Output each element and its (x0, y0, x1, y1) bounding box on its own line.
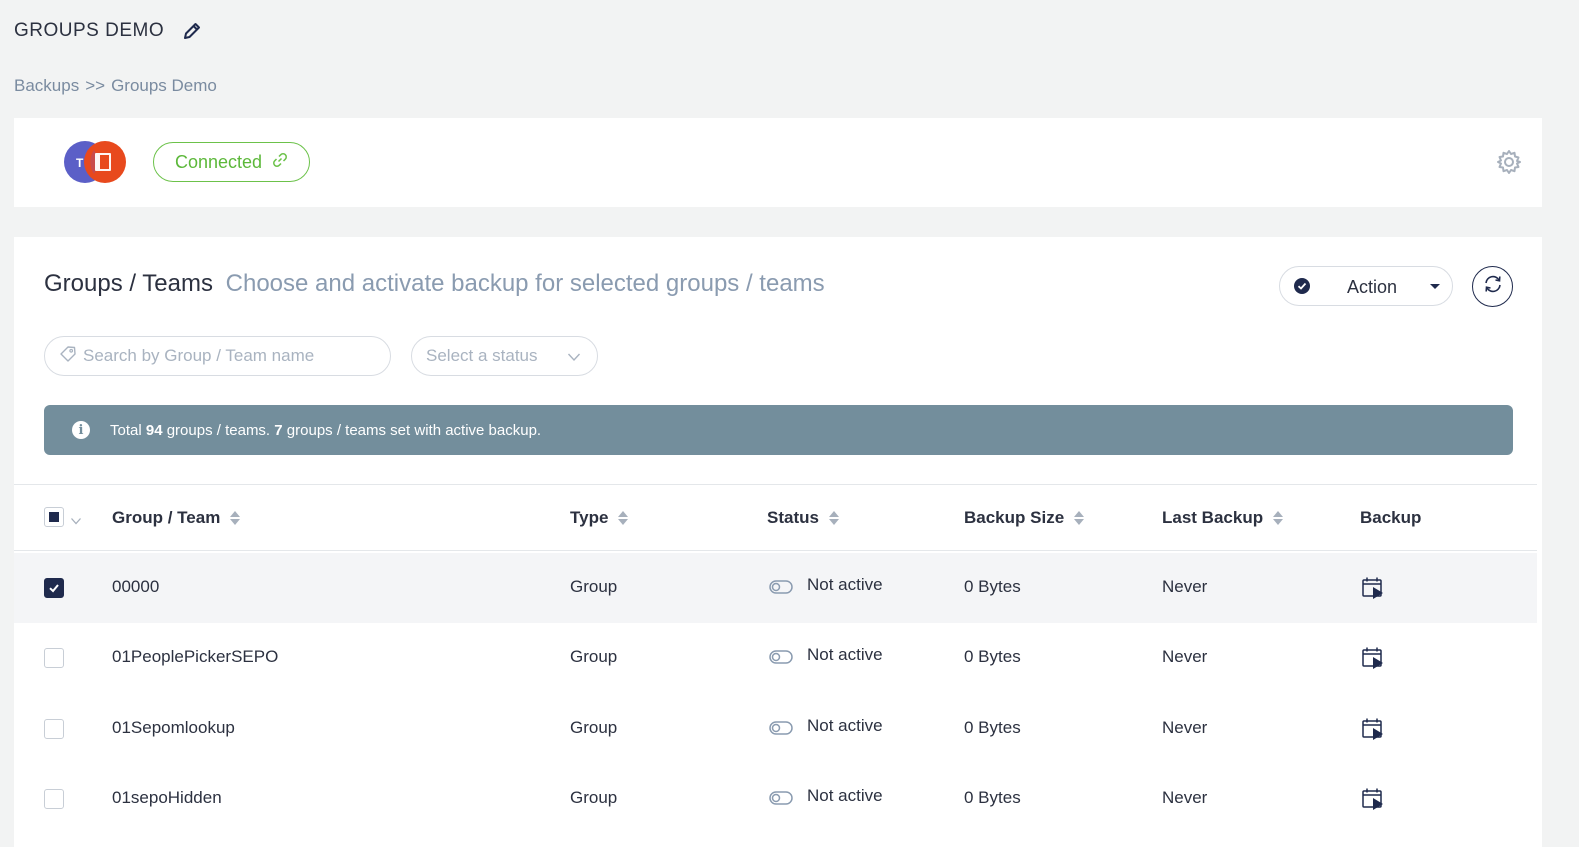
status-text: Not active (807, 645, 883, 664)
select-all-checkbox[interactable] (44, 507, 64, 527)
group-name: 00000 (112, 577, 160, 596)
table-row[interactable]: 01PeoplePickerSEPO Group Not active 0 By… (14, 623, 1537, 693)
status-text: Not active (807, 575, 883, 594)
sort-icon[interactable] (618, 511, 629, 525)
refresh-button[interactable] (1472, 266, 1513, 307)
status-filter-select[interactable]: Select a status (411, 336, 598, 376)
refresh-icon (1482, 273, 1504, 300)
backup-size: 0 Bytes (964, 577, 1021, 596)
caret-down-icon (1430, 284, 1440, 289)
page-header: GROUPS DEMO (14, 20, 202, 42)
group-name: 01PeoplePickerSEPO (112, 647, 279, 666)
row-checkbox[interactable] (44, 719, 64, 739)
search-input[interactable] (83, 346, 373, 366)
pencil-icon[interactable] (182, 21, 202, 41)
info-text: Total 94 groups / teams. 7 groups / team… (110, 421, 542, 439)
group-type: Group (570, 577, 618, 596)
sort-icon[interactable] (1273, 511, 1284, 525)
toggle-off-icon[interactable] (769, 649, 793, 665)
calendar-play-icon[interactable] (1361, 645, 1387, 671)
chevron-down-icon (567, 349, 581, 369)
info-icon: i (72, 421, 90, 439)
check-circle-icon (1294, 278, 1310, 294)
connection-card: T Connected (14, 118, 1542, 207)
status-text: Not active (807, 786, 883, 805)
group-type: Group (570, 788, 618, 807)
row-checkbox[interactable] (44, 578, 64, 598)
group-name: 01Sepomlookup (112, 718, 235, 737)
toggle-off-icon[interactable] (769, 579, 793, 595)
search-field[interactable] (44, 336, 391, 376)
connected-status-badge[interactable]: Connected (153, 142, 310, 182)
table-row[interactable]: 01Sepomlookup Group Not active 0 Bytes N… (14, 694, 1537, 764)
chevron-down-icon[interactable] (70, 513, 82, 531)
sort-icon[interactable] (230, 511, 241, 525)
last-backup: Never (1162, 718, 1208, 737)
info-banner: i Total 94 groups / teams. 7 groups / te… (44, 405, 1513, 455)
sort-icon[interactable] (828, 511, 839, 525)
table-row[interactable]: 00000 Group Not active 0 Bytes Never (14, 553, 1537, 623)
column-header-backup-size[interactable]: Backup Size (964, 508, 1085, 528)
active-count: 7 (274, 421, 283, 439)
toggle-off-icon[interactable] (769, 720, 793, 736)
section-header: Groups / Teams Choose and activate backu… (44, 270, 825, 298)
link-icon (272, 152, 288, 173)
row-checkbox[interactable] (44, 789, 64, 809)
total-count: 94 (145, 421, 163, 439)
breadcrumb-backups-link[interactable]: Backups (14, 76, 79, 96)
backup-size: 0 Bytes (964, 788, 1021, 807)
status-filter-placeholder: Select a status (426, 346, 538, 365)
action-label: Action (1347, 277, 1398, 297)
column-header-status[interactable]: Status (767, 508, 839, 528)
row-checkbox[interactable] (44, 648, 64, 668)
section-title: Groups / Teams (44, 270, 213, 297)
backup-size: 0 Bytes (964, 647, 1021, 666)
table-header: Group / Team Type Status Backup Size Las… (14, 485, 1537, 551)
group-type: Group (570, 647, 618, 666)
page-title: GROUPS DEMO (14, 20, 165, 41)
breadcrumb: Backups >> Groups Demo (14, 76, 217, 96)
calendar-play-icon[interactable] (1361, 786, 1387, 812)
action-dropdown-button[interactable]: Action (1279, 266, 1453, 306)
backup-size: 0 Bytes (964, 718, 1021, 737)
connected-status-label: Connected (174, 151, 263, 172)
column-header-backup: Backup (1360, 508, 1422, 527)
breadcrumb-current: Groups Demo (111, 76, 217, 95)
calendar-play-icon[interactable] (1361, 575, 1387, 601)
column-header-last-backup[interactable]: Last Backup (1162, 508, 1284, 528)
groups-card: Groups / Teams Choose and activate backu… (14, 237, 1542, 847)
column-header-group[interactable]: Group / Team (112, 508, 241, 528)
last-backup: Never (1162, 788, 1208, 807)
calendar-play-icon[interactable] (1361, 716, 1387, 742)
status-text: Not active (807, 716, 883, 735)
last-backup: Never (1162, 577, 1208, 596)
last-backup: Never (1162, 647, 1208, 666)
gear-icon[interactable] (1496, 149, 1522, 175)
table-row[interactable]: 01sepoHidden Group Not active 0 Bytes Ne… (14, 764, 1537, 834)
sort-icon[interactable] (1074, 511, 1085, 525)
tag-icon (59, 345, 77, 368)
group-type: Group (570, 718, 618, 737)
breadcrumb-separator: >> (85, 76, 106, 95)
svg-text:T: T (76, 156, 84, 170)
section-subtitle: Choose and activate backup for selected … (225, 270, 825, 297)
teams-office-logo: T (64, 140, 126, 184)
column-header-type[interactable]: Type (570, 508, 629, 528)
group-name: 01sepoHidden (112, 788, 222, 807)
toggle-off-icon[interactable] (769, 790, 793, 806)
